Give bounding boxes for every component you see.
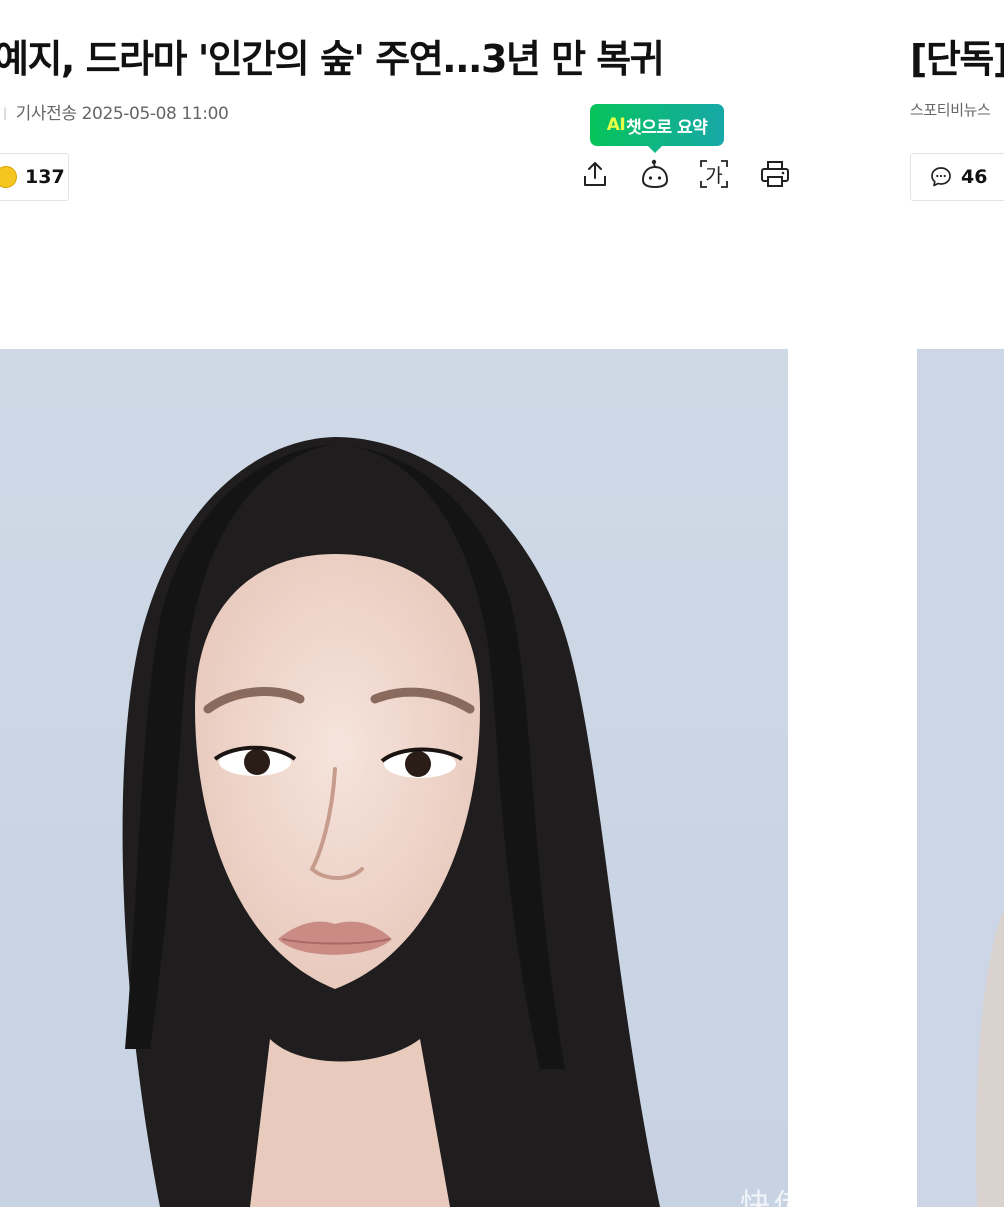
article-right: [단독] 스포티비뉴스 46 — [908, 0, 1004, 1207]
comment-button[interactable]: 46 — [910, 153, 1004, 201]
article-photo-right — [917, 349, 1004, 1207]
portrait-illustration — [0, 349, 788, 1207]
reaction-emoji-icon — [0, 166, 17, 188]
print-button[interactable] — [758, 157, 792, 191]
byline-date: 2025-05-08 11:00 — [81, 104, 229, 124]
article-byline-right: 스포티비뉴스 — [910, 101, 991, 119]
article-headline[interactable]: 예지, 드라마 '인간의 숲' 주연...3년 만 복귀 — [0, 28, 665, 83]
article-left: 예지, 드라마 '인간의 숲' 주연...3년 만 복귀 | 기사전송 2025-… — [0, 0, 974, 1223]
ai-chat-robot-icon — [641, 159, 669, 189]
font-size-button[interactable]: 가 — [697, 157, 731, 191]
ai-label: AI — [606, 115, 626, 135]
article-headline-right[interactable]: [단독] — [910, 28, 1004, 83]
reaction-button[interactable]: 137 — [0, 153, 69, 201]
byline-label: 기사전송 — [15, 104, 77, 124]
print-icon — [761, 161, 789, 187]
reaction-count: 137 — [25, 166, 65, 188]
article-photo — [0, 349, 788, 1207]
share-button[interactable] — [578, 157, 612, 191]
byline-separator: | — [3, 106, 7, 120]
ai-chat-button[interactable] — [638, 157, 672, 191]
font-size-frame-icon — [700, 160, 728, 188]
ai-summary-tooltip[interactable]: AI 챗으로 요약 — [590, 104, 724, 153]
share-icon — [584, 162, 606, 186]
ai-summary-label: 챗으로 요약 — [626, 117, 708, 138]
portrait-illustration-right — [917, 349, 1004, 1207]
article-byline: | 기사전송 2025-05-08 11:00 — [0, 99, 229, 124]
comment-count: 46 — [961, 166, 988, 188]
comment-icon — [931, 167, 951, 187]
